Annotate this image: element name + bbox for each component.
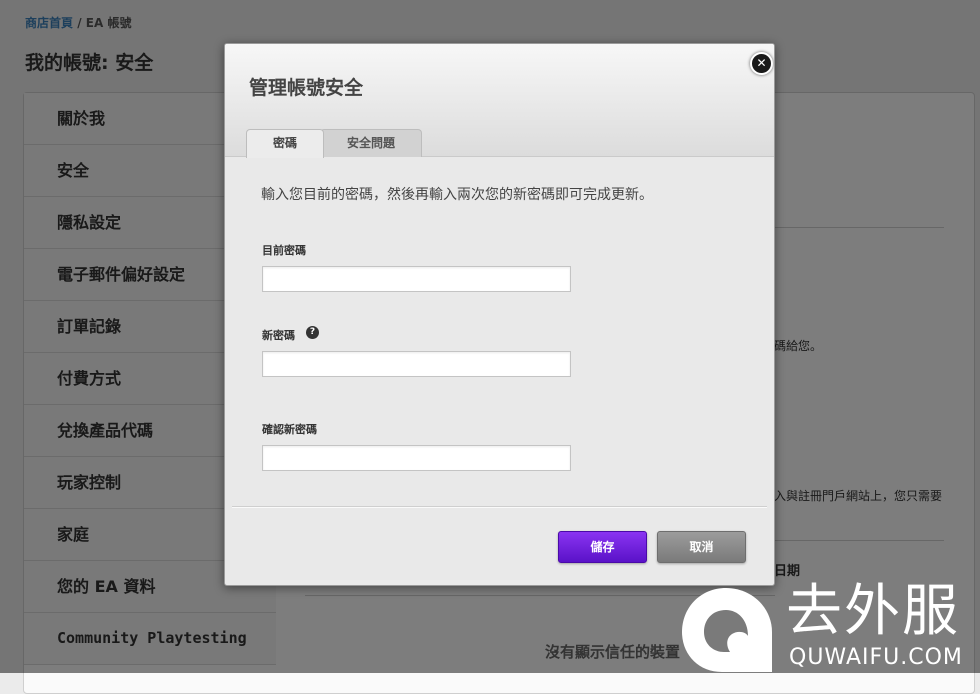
modal-description: 輸入您目前的密碼，然後再輸入兩次您的新密碼即可完成更新。	[261, 187, 653, 203]
current-password-label: 目前密碼	[262, 244, 306, 257]
current-password-input[interactable]	[262, 266, 571, 292]
watermark-logo-icon	[682, 588, 772, 672]
tab-password[interactable]: 密碼	[246, 129, 324, 158]
save-button[interactable]: 儲存	[558, 531, 647, 563]
cancel-button[interactable]: 取消	[657, 531, 746, 563]
confirm-password-label: 確認新密碼	[262, 423, 317, 436]
new-password-label: 新密碼	[262, 329, 295, 342]
tab-security-questions[interactable]: 安全問題	[320, 129, 422, 157]
new-password-input[interactable]	[262, 351, 571, 377]
modal-footer-divider	[232, 506, 767, 508]
modal-header: 管理帳號安全 ✕ 安全問題 密碼	[225, 44, 774, 158]
watermark-chinese-text: 去外服	[786, 579, 960, 644]
confirm-password-input[interactable]	[262, 445, 571, 471]
close-icon[interactable]: ✕	[750, 52, 773, 75]
watermark-english-text: QUWAIFU.COM	[789, 645, 963, 670]
question-circle-icon[interactable]: ?	[306, 326, 319, 339]
modal-title: 管理帳號安全	[249, 77, 364, 99]
manage-security-modal: 管理帳號安全 ✕ 安全問題 密碼 輸入您目前的密碼，然後再輸入兩次您的新密碼即可…	[224, 43, 775, 586]
